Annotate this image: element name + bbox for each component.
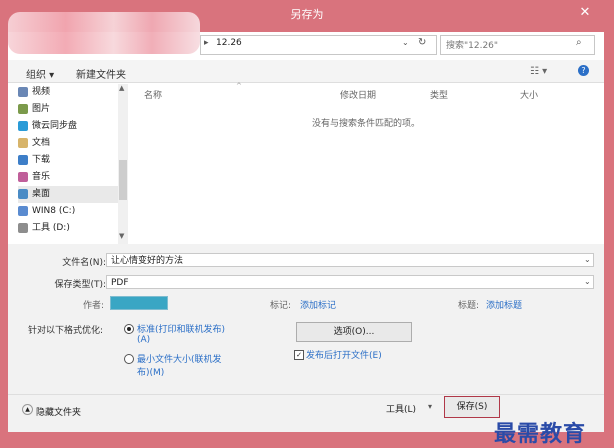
view-options-icon[interactable]: ☷ ▾ [530, 66, 547, 77]
column-size[interactable]: 大小 [520, 88, 538, 101]
tools-menu[interactable]: 工具(L) [386, 402, 416, 415]
tools-dropdown-icon[interactable]: ▾ [428, 402, 432, 411]
radio-standard-label[interactable]: 标准(打印和联机发布) [137, 322, 225, 335]
title-label: 标题: [458, 301, 480, 311]
open-after-checkbox[interactable]: ✓ [294, 350, 304, 360]
filetype-dropdown-icon[interactable]: ⌄ [584, 277, 591, 286]
nav-item-documents[interactable]: 文档 [18, 135, 118, 152]
new-folder-button[interactable]: 新建文件夹 [76, 66, 126, 81]
tags-label: 标记: [270, 301, 292, 311]
drive-icon [18, 205, 28, 216]
watermark-text: 最需教育 [494, 421, 587, 447]
column-type[interactable]: 类型 [430, 88, 448, 101]
column-name[interactable]: 名称 [144, 88, 162, 101]
path-chevron-icon: ▸ [204, 38, 209, 48]
address-dropdown-icon[interactable]: ⌄ [402, 38, 409, 47]
download-icon [18, 154, 28, 165]
nav-scrollbar-thumb[interactable] [119, 160, 127, 200]
refresh-icon[interactable]: ↻ [418, 37, 426, 48]
filetype-label: 保存类型(T): [54, 280, 106, 290]
nav-item-pictures[interactable]: 图片 [18, 101, 118, 118]
radio-standard-label-key: (A) [137, 335, 151, 345]
radio-minimum[interactable] [124, 354, 134, 364]
options-button[interactable]: 选项(O)... [296, 322, 412, 342]
navigation-pane: 视频 图片 微云同步盘 文档 下载 音乐 桌面 WIN8 (C:) 工具 (D:… [18, 84, 130, 242]
scroll-down-icon[interactable]: ▼ [119, 232, 124, 240]
organize-menu[interactable]: 组织 ▾ [26, 66, 54, 81]
search-icon[interactable]: ⌕ [576, 37, 582, 48]
save-button[interactable]: 保存(S) [444, 396, 500, 418]
nav-item-music[interactable]: 音乐 [18, 169, 118, 186]
cloud-icon [18, 120, 28, 131]
open-after-label[interactable]: 发布后打开文件(E) [306, 348, 382, 361]
author-label: 作者: [82, 301, 104, 311]
scroll-up-icon[interactable]: ▲ [119, 84, 124, 92]
document-icon [18, 137, 28, 148]
author-input[interactable] [110, 296, 168, 310]
blurred-region [8, 12, 200, 54]
filetype-select[interactable]: PDF [106, 275, 594, 289]
add-title-link[interactable]: 添加标题 [486, 298, 522, 311]
nav-item-desktop[interactable]: 桌面 [18, 186, 118, 203]
nav-item-drive-c[interactable]: WIN8 (C:) [18, 203, 118, 220]
nav-item-downloads[interactable]: 下载 [18, 152, 118, 169]
filename-label: 文件名(N): [62, 258, 106, 268]
close-button[interactable]: ✕ [572, 4, 598, 22]
nav-item-drive-d[interactable]: 工具 (D:) [18, 220, 118, 237]
search-input[interactable]: 搜索"12.26" [446, 38, 498, 51]
radio-minimum-label-key: 布)(M) [137, 368, 165, 378]
help-icon[interactable]: ? [578, 65, 589, 76]
music-icon [18, 171, 28, 182]
address-path: 12.26 [216, 38, 242, 48]
radio-minimum-label[interactable]: 最小文件大小(联机发 [137, 352, 222, 365]
add-tags-link[interactable]: 添加标记 [300, 298, 336, 311]
optimize-label: 针对以下格式优化: [28, 326, 104, 336]
filename-dropdown-icon[interactable]: ⌄ [584, 255, 591, 264]
drive-icon [18, 222, 28, 233]
radio-standard[interactable] [124, 324, 134, 334]
column-modified[interactable]: 修改日期 [340, 88, 376, 101]
sort-up-icon: ^ [236, 82, 242, 90]
nav-item-weiyun[interactable]: 微云同步盘 [18, 118, 118, 135]
empty-message: 没有与搜索条件匹配的项。 [312, 119, 421, 129]
picture-icon [18, 103, 28, 114]
nav-item-video[interactable]: 视频 [18, 84, 118, 101]
collapse-up-icon[interactable]: ▲ [22, 404, 33, 415]
video-icon [18, 86, 28, 97]
hide-folders-button[interactable]: 隐藏文件夹 [36, 405, 81, 418]
desktop-icon [18, 188, 28, 199]
filename-input[interactable]: 让心情变好的方法 [106, 253, 594, 267]
file-list[interactable] [132, 84, 604, 242]
